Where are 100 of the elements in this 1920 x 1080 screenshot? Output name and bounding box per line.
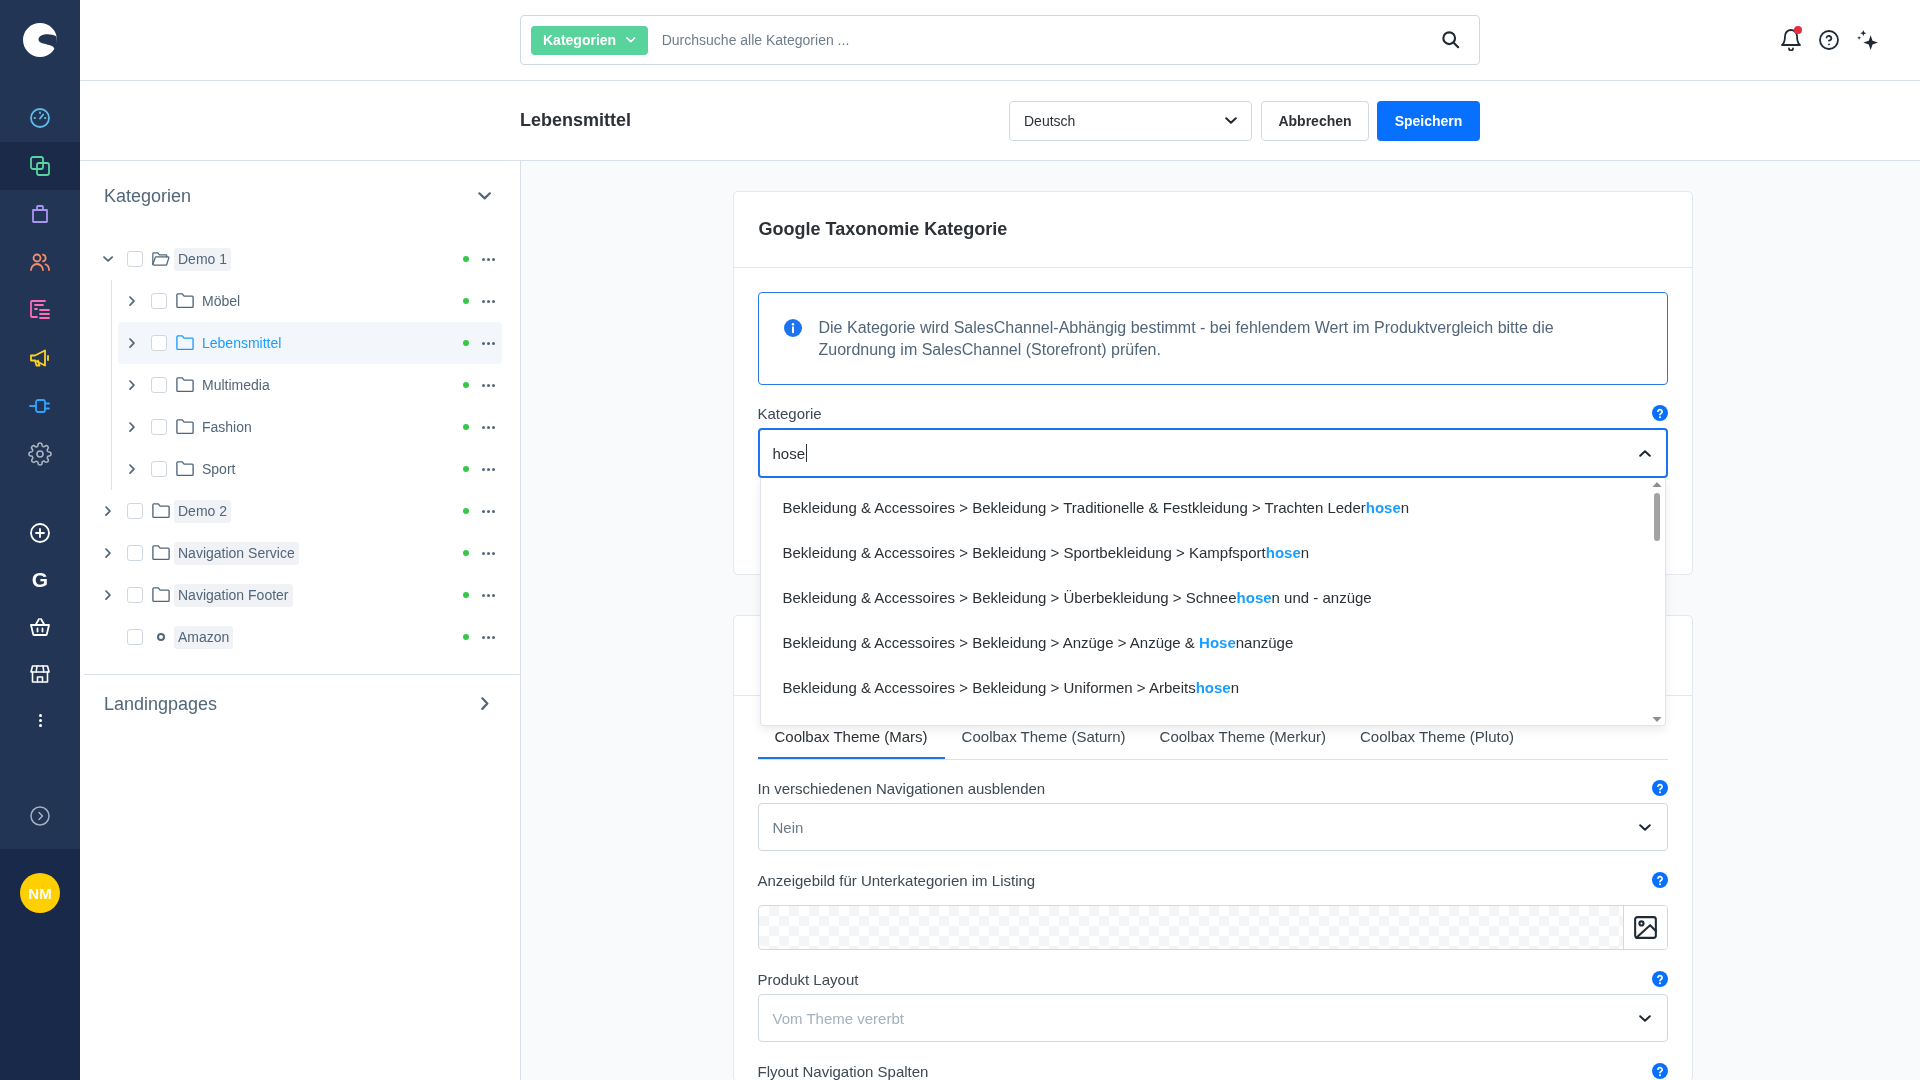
more-icon[interactable] — [482, 467, 495, 471]
page-title: Lebensmittel — [520, 110, 632, 131]
field-label: Flyout Navigation Spalten — [757, 1062, 929, 1080]
tab[interactable]: Coolbax Theme (Mars) — [757, 715, 945, 759]
tree-row[interactable]: Navigation Footer — [94, 574, 502, 616]
chevron-right-icon[interactable] — [129, 379, 135, 391]
tree-row[interactable]: Sport — [118, 448, 502, 490]
tree-row[interactable]: Fashion — [118, 406, 502, 448]
tree-row[interactable]: Demo 2 — [94, 490, 502, 532]
checkbox[interactable] — [151, 293, 167, 309]
checkbox[interactable] — [151, 377, 167, 393]
chevron-right-icon[interactable] — [129, 463, 135, 475]
more-icon[interactable] — [482, 299, 495, 303]
section-header[interactable]: Kategorien — [80, 181, 520, 211]
folder-icon — [176, 377, 194, 393]
chevron-circle-icon[interactable] — [30, 806, 50, 826]
storefront-icon — [30, 664, 50, 683]
category-combobox[interactable]: hose — [757, 428, 1668, 478]
folder-icon — [152, 545, 170, 561]
field-label: Produkt Layout — [757, 970, 859, 988]
field-label: Kategorie — [757, 404, 822, 422]
plus-circle-icon — [30, 522, 50, 543]
bell-icon[interactable] — [1781, 29, 1801, 51]
select-field[interactable]: Nein — [757, 803, 1668, 851]
checkbox[interactable] — [127, 503, 143, 519]
category-name: Demo 2 — [174, 499, 232, 523]
chevron-down-icon — [1225, 117, 1237, 124]
tree-row[interactable]: Navigation Service — [94, 532, 502, 574]
plug-icon — [29, 399, 51, 413]
chevron-right-icon[interactable] — [105, 589, 111, 601]
more-icon[interactable] — [482, 383, 495, 387]
nav-button[interactable] — [0, 142, 80, 190]
image-upload-field[interactable] — [757, 905, 1668, 950]
more-icon[interactable] — [482, 425, 495, 429]
tab[interactable]: Coolbax Theme (Merkur) — [1142, 715, 1344, 759]
dropdown-option[interactable]: Bekleidung & Accessoires > Bekleidung > Anzüge > Anzüge & Hosenanzüge — [760, 620, 1647, 665]
chevron-down-icon — [1638, 823, 1651, 831]
checkbox[interactable] — [151, 461, 167, 477]
chevron-right-icon[interactable] — [129, 295, 135, 307]
tree-row[interactable]: Möbel — [118, 280, 502, 322]
info-icon — [783, 319, 802, 337]
layout-icon — [30, 300, 50, 320]
category-name: Sport — [201, 459, 237, 479]
people-icon — [30, 252, 50, 272]
chevron-down-icon — [477, 192, 491, 200]
tree-row[interactable]: Amazon — [94, 616, 502, 658]
dropdown-option[interactable]: Bekleidung & Accessoires > Bekleidung > Sportbekleidung > Kampfsporthosen — [760, 530, 1647, 575]
more-icon[interactable] — [482, 341, 495, 345]
open-folder-icon — [152, 252, 170, 266]
chevron-right-icon[interactable] — [105, 547, 111, 559]
checkbox[interactable] — [151, 335, 167, 351]
text-cursor — [806, 444, 808, 462]
image-picker-button[interactable] — [1622, 906, 1667, 949]
checkbox[interactable] — [127, 545, 143, 561]
image-icon — [1633, 916, 1657, 939]
checkbox[interactable] — [127, 251, 143, 267]
dropdown-option[interactable]: Bekleidung & Accessoires > Bekleidung > Uniformen > Arbeitshosen — [760, 665, 1647, 710]
tree-row[interactable]: Demo 1 — [94, 238, 502, 280]
more-icon[interactable] — [482, 551, 495, 555]
info-text: Die Kategorie wird SalesChannel-Abhängig bestimmt - bei fehlendem Wert im Produktvergleich bitte die Zuordnung im SalesChannel (Storefront) prüfen. — [818, 318, 1555, 360]
checkbox[interactable] — [151, 419, 167, 435]
dropdown-option[interactable]: Bekleidung & Accessoires > Bekleidung > Überbekleidung > Schneehosen und - anzüge — [760, 575, 1647, 620]
dropdown-option[interactable]: Bekleidung & Accessoires > Bekleidung > Traditionelle & Festkleidung > Trachten Lederhosen — [760, 485, 1647, 530]
basket-icon — [30, 617, 50, 636]
category-name: Navigation Footer — [174, 583, 293, 607]
tab[interactable]: Coolbax Theme (Saturn) — [944, 715, 1143, 759]
sparkle-icon[interactable] — [1857, 30, 1878, 50]
chevron-down-icon — [1638, 1014, 1651, 1022]
category-name: Amazon — [174, 625, 234, 649]
help-icon[interactable] — [1819, 30, 1839, 50]
chevron-right-icon[interactable] — [129, 421, 135, 433]
chevron-right-icon[interactable] — [129, 337, 135, 349]
tree-row[interactable]: Multimedia — [118, 364, 502, 406]
tab[interactable]: Coolbax Theme (Pluto) — [1343, 715, 1531, 759]
chevron-right-icon[interactable] — [105, 505, 111, 517]
card-title: Google Taxonomie Kategorie — [758, 219, 1008, 240]
gauge-icon — [30, 108, 50, 128]
language-select[interactable]: Deutsch — [1009, 100, 1252, 141]
app-logo[interactable] — [23, 23, 57, 57]
nav-button[interactable]: G — [0, 556, 80, 603]
checkbox[interactable] — [127, 587, 143, 603]
overlapping-squares-icon — [30, 156, 50, 176]
section-header[interactable]: Landingpages — [80, 675, 520, 733]
folder-icon — [176, 419, 194, 435]
more-icon[interactable] — [482, 509, 495, 513]
secondary-button[interactable]: Abbrechen — [1261, 100, 1369, 141]
category-name: Möbel — [201, 291, 242, 311]
search-icon[interactable] — [1442, 31, 1460, 49]
more-vertical-icon — [38, 714, 42, 727]
more-icon[interactable] — [482, 635, 495, 639]
checkbox[interactable] — [127, 629, 143, 645]
more-icon[interactable] — [482, 593, 495, 597]
folder-icon — [176, 335, 194, 351]
shopping-bag-icon — [32, 205, 48, 223]
scrollbar[interactable] — [1650, 481, 1663, 723]
folder-icon — [152, 587, 170, 603]
primary-button[interactable]: Speichern — [1377, 100, 1480, 141]
chevron-down-icon[interactable] — [102, 256, 114, 262]
more-icon[interactable] — [482, 257, 495, 261]
chevron-down-icon — [626, 37, 636, 43]
